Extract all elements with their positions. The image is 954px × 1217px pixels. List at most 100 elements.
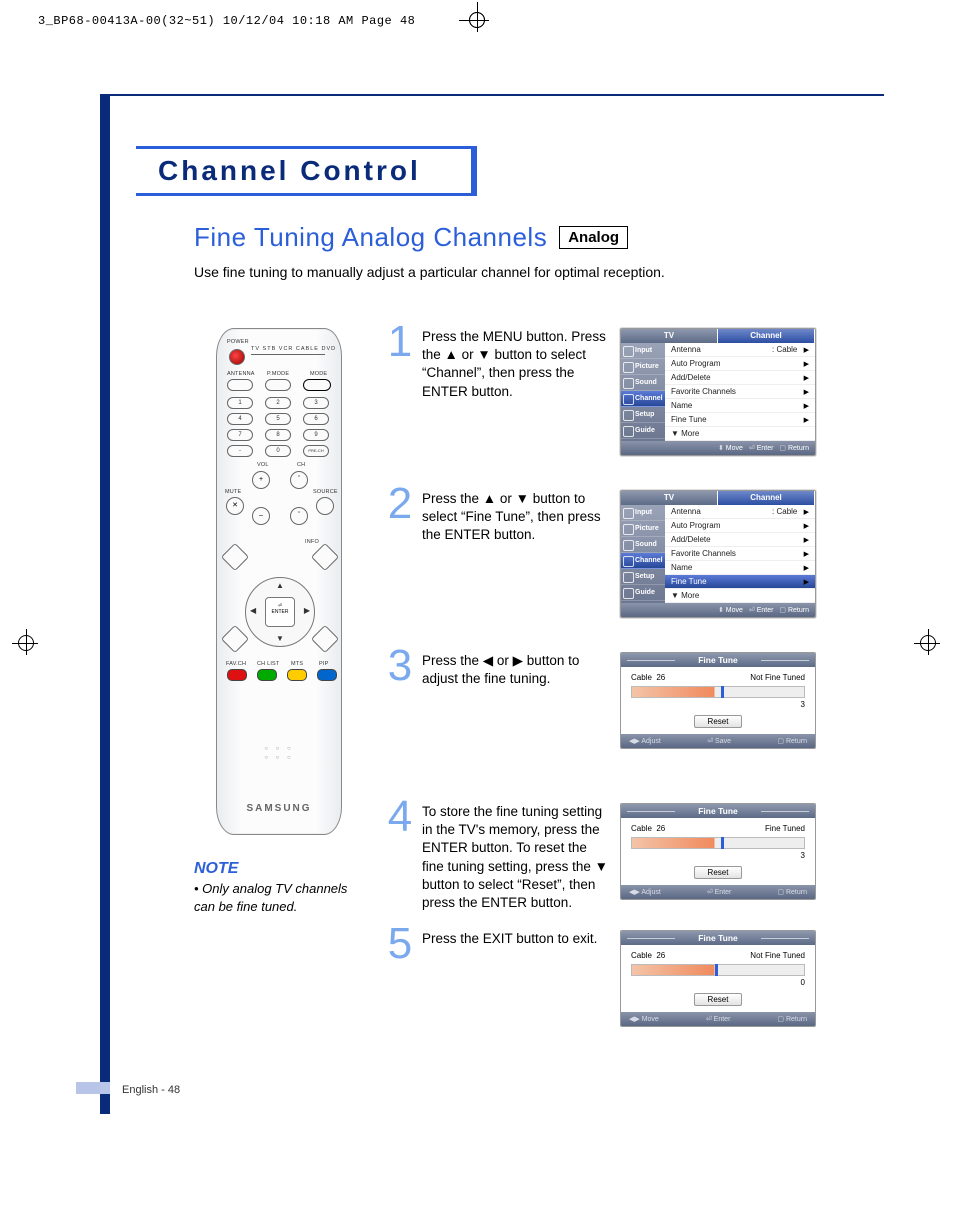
osd-row: Auto Program ▶ bbox=[665, 357, 815, 371]
step: 3 Press the ◀ or ▶ button to adjust the … bbox=[386, 652, 886, 749]
osd-left-item: Picture bbox=[621, 521, 665, 537]
osd-left-item: Sound bbox=[621, 375, 665, 391]
power-button-icon bbox=[229, 349, 245, 365]
osd-window: TV Channel InputPictureSoundChannelSetup… bbox=[620, 490, 816, 618]
osd-tab: Channel bbox=[718, 329, 815, 343]
step: 5 Press the EXIT button to exit. Fine Tu… bbox=[386, 930, 886, 1027]
antenna-button bbox=[227, 379, 253, 391]
step-text: To store the fine tuning setting in the … bbox=[422, 803, 612, 912]
side-accent-bar bbox=[100, 94, 110, 1114]
osd-left-item: Sound bbox=[621, 537, 665, 553]
reset-button: Reset bbox=[694, 715, 742, 728]
osd-footer: ⬍ Move ⏎ Enter ▢ Return bbox=[621, 603, 815, 617]
mode-button bbox=[303, 379, 331, 391]
vol-label: VOL bbox=[257, 462, 269, 468]
osd-footer: ◀▶ Adjust ⏎ Enter ▢ Return bbox=[621, 885, 815, 899]
corner-button bbox=[221, 625, 249, 653]
tuning-slider bbox=[631, 964, 805, 976]
osd-footer: ◀▶ Adjust ⏎ Save ▢ Return bbox=[621, 734, 815, 748]
antenna-label: ANTENNA bbox=[227, 371, 255, 377]
osd-footer: ◀▶ Move ⏎ Enter ▢ Return bbox=[621, 1012, 815, 1026]
osd-row: Favorite Channels ▶ bbox=[665, 385, 815, 399]
page-footer: English - 48 bbox=[122, 1084, 180, 1096]
analog-badge: Analog bbox=[559, 226, 628, 249]
osd-row: Name ▶ bbox=[665, 399, 815, 413]
dpad: ▲ ▼ ◀ ▶ ⏎ENTER bbox=[245, 577, 315, 647]
step: 1 Press the MENU button. Press the ▲ or … bbox=[386, 328, 886, 456]
osd-window: TV Channel InputPictureSoundChannelSetup… bbox=[620, 328, 816, 456]
enter-button: ⏎ENTER bbox=[265, 597, 295, 627]
section-title: Channel Control bbox=[136, 146, 477, 196]
step-number: 1 bbox=[386, 322, 414, 362]
source-label: SOURCE bbox=[313, 489, 338, 495]
osd-left-item: Input bbox=[621, 343, 665, 359]
osd-row: Name ▶ bbox=[665, 561, 815, 575]
blue-button-icon bbox=[317, 669, 337, 681]
osd-left-item: Input bbox=[621, 505, 665, 521]
side-accent-foot bbox=[76, 1082, 110, 1094]
mts-label: MTS bbox=[291, 661, 303, 667]
step-number: 3 bbox=[386, 646, 414, 686]
reset-button: Reset bbox=[694, 866, 742, 879]
osd-row: Antenna : Cable ▶ bbox=[665, 343, 815, 357]
pmode-label: P.MODE bbox=[267, 371, 289, 377]
crop-mark-icon bbox=[18, 635, 34, 651]
osd-left-item: Channel bbox=[621, 553, 665, 569]
brand-label: SAMSUNG bbox=[217, 803, 341, 814]
osd-left-item: Guide bbox=[621, 585, 665, 601]
finetune-window: Fine Tune Cable 26Fine Tuned 3 Reset ◀▶ … bbox=[620, 803, 816, 900]
osd-row: Favorite Channels ▶ bbox=[665, 547, 815, 561]
vol-up-button: + bbox=[252, 471, 270, 489]
osd-row: Auto Program ▶ bbox=[665, 519, 815, 533]
subtitle: Fine Tuning Analog Channels Analog bbox=[194, 222, 628, 253]
step-text: Press the EXIT button to exit. bbox=[422, 930, 612, 948]
yellow-button-icon bbox=[287, 669, 307, 681]
mode-underline bbox=[251, 354, 325, 355]
menu-button-icon bbox=[221, 543, 249, 571]
crop-mark-icon bbox=[465, 8, 489, 32]
osd-row: Add/Delete ▶ bbox=[665, 371, 815, 385]
finetune-window: Fine Tune Cable 26Not Fine Tuned 3 Reset… bbox=[620, 652, 816, 749]
note-body: Only analog TV channels can be fine tune… bbox=[194, 880, 354, 915]
osd-left-item: Guide bbox=[621, 423, 665, 439]
ch-down-button: ˇ bbox=[290, 507, 308, 525]
step: 2 Press the ▲ or ▼ button to select “Fin… bbox=[386, 490, 886, 618]
step-number: 2 bbox=[386, 484, 414, 524]
osd-left-item: Setup bbox=[621, 569, 665, 585]
power-label: POWER bbox=[227, 339, 249, 345]
reset-button: Reset bbox=[694, 993, 742, 1006]
step-text: Press the MENU button. Press the ▲ or ▼ … bbox=[422, 328, 612, 401]
chlist-label: CH LIST bbox=[257, 661, 280, 667]
osd-row: Antenna : Cable ▶ bbox=[665, 505, 815, 519]
top-rule bbox=[110, 94, 884, 96]
note-heading: NOTE bbox=[194, 860, 238, 878]
pip-label: PIP bbox=[319, 661, 328, 667]
ch-up-button: ˆ bbox=[290, 471, 308, 489]
green-button-icon bbox=[257, 669, 277, 681]
osd-row: Fine Tune ▶ bbox=[665, 575, 815, 589]
page-body: Channel Control Fine Tuning Analog Chann… bbox=[76, 60, 914, 1170]
red-button-icon bbox=[227, 669, 247, 681]
intro-text: Use fine tuning to manually adjust a par… bbox=[194, 264, 665, 280]
print-header: 3_BP68-00413A-00(32~51) 10/12/04 10:18 A… bbox=[38, 14, 415, 28]
mode-strip: TV STB VCR CABLE DVD bbox=[251, 346, 336, 352]
tuning-slider bbox=[631, 837, 805, 849]
ch-label: CH bbox=[297, 462, 305, 468]
exit-button-icon bbox=[311, 543, 339, 571]
osd-row: Add/Delete ▶ bbox=[665, 533, 815, 547]
osd-tab: Channel bbox=[718, 491, 815, 505]
step-number: 5 bbox=[386, 924, 414, 964]
osd-left-item: Setup bbox=[621, 407, 665, 423]
osd-row: ▼ More bbox=[665, 589, 815, 603]
step-number: 4 bbox=[386, 797, 414, 837]
osd-footer: ⬍ Move ⏎ Enter ▢ Return bbox=[621, 441, 815, 455]
osd-left-item: Channel bbox=[621, 391, 665, 407]
remote-illustration: POWER TV STB VCR CABLE DVD ANTENNA P.MOD… bbox=[204, 328, 354, 843]
source-button bbox=[316, 497, 334, 515]
mute-button: ✕ bbox=[226, 497, 244, 515]
corner-button bbox=[311, 625, 339, 653]
osd-left-item: Picture bbox=[621, 359, 665, 375]
favch-label: FAV.CH bbox=[226, 661, 246, 667]
osd-tab: TV bbox=[621, 491, 718, 505]
mute-label: MUTE bbox=[225, 489, 241, 495]
